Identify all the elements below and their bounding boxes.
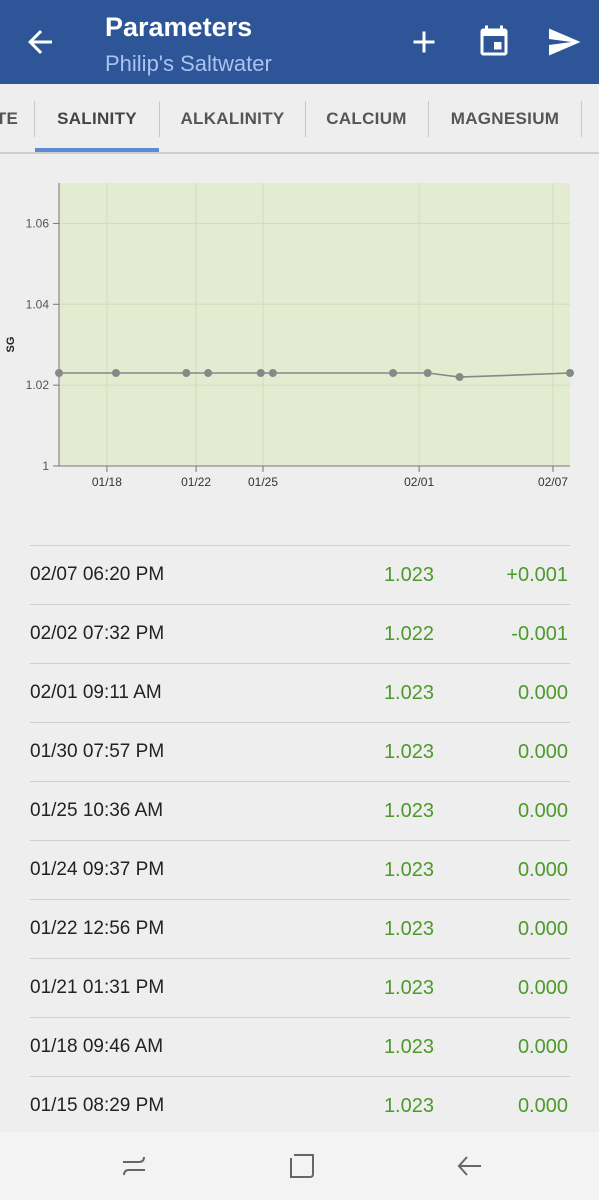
reading-date: 01/30 07:57 PM [30,741,165,762]
system-nav-bar [0,1132,599,1200]
reading-row[interactable]: 01/22 12:56 PM 1.023 0.000 [30,899,570,958]
reading-date: 01/22 12:56 PM [30,918,165,939]
reading-row[interactable]: 01/30 07:57 PM 1.023 0.000 [30,722,570,781]
reading-row[interactable]: 02/02 07:32 PM 1.022 -0.001 [30,604,570,663]
reading-date: 02/02 07:32 PM [30,623,165,644]
reading-row[interactable]: 02/01 09:11 AM 1.023 0.000 [30,663,570,722]
reading-date: 02/07 06:20 PM [30,564,165,585]
data-point [268,369,277,378]
reading-row[interactable]: 01/24 09:37 PM 1.023 0.000 [30,840,570,899]
y-axis-label: SG [5,337,17,353]
reading-delta: 0.000 [517,1095,568,1117]
y-tick-label: 1 [42,459,49,473]
data-point [566,369,574,378]
reading-delta: 0.000 [517,800,568,822]
reading-delta: 0.000 [517,682,568,704]
data-point [455,373,464,382]
x-tick-label: 01/25 [248,475,278,489]
tab-magnesium[interactable]: MAGNESIUM [429,84,581,152]
reading-delta: 0.000 [517,859,568,881]
plus-icon[interactable] [406,24,442,60]
recents-icon[interactable] [118,1150,150,1182]
reading-date: 01/25 10:36 AM [30,800,164,821]
active-tab-indicator [35,148,159,152]
data-point [111,369,120,378]
reading-value: 1.023 [383,977,434,999]
reading-value: 1.023 [383,1095,434,1117]
page-title: Parameters [105,12,253,42]
tab-calcium[interactable]: CALCIUM [306,84,427,152]
data-point [182,369,191,378]
reading-value: 1.023 [383,800,434,822]
reading-value: 1.023 [383,564,434,586]
data-point [423,369,432,378]
reading-row[interactable]: 01/18 09:46 AM 1.023 0.000 [30,1017,570,1076]
data-point [256,369,265,378]
reading-row[interactable]: 01/21 01:31 PM 1.023 0.000 [30,958,570,1017]
tab-salinity[interactable]: SALINITY [35,84,159,152]
reading-delta: 0.000 [517,741,568,763]
reading-delta: +0.001 [506,564,568,586]
data-point [204,369,213,378]
app-bar: Parameters Philip's Saltwater [0,0,599,84]
salinity-chart: 01/18 01/22 01/25 02/01 02/07 1 1.02 1.04 1.06 SG [5,183,574,489]
data-point [55,369,63,378]
y-tick-label: 1.02 [26,378,50,392]
x-tick-label: 02/07 [538,475,568,489]
reading-delta: 0.000 [517,1036,568,1058]
reading-date: 02/01 09:11 AM [30,682,162,703]
reading-value: 1.022 [383,623,434,645]
x-tick-label: 01/22 [181,475,211,489]
plot-area [59,183,570,466]
reading-date: 01/21 01:31 PM [30,977,165,998]
reading-value: 1.023 [383,741,434,763]
reading-row[interactable]: 01/25 10:36 AM 1.023 0.000 [30,781,570,840]
y-tick-label: 1.06 [26,216,50,230]
reading-date: 01/15 08:29 PM [30,1095,165,1116]
reading-delta: 0.000 [517,977,568,999]
reading-date: 01/24 09:37 PM [30,859,165,880]
reading-value: 1.023 [383,1036,434,1058]
y-tick-label: 1.04 [26,297,50,311]
reading-delta: 0.000 [517,918,568,940]
data-point [389,369,398,378]
reading-value: 1.023 [383,859,434,881]
reading-value: 1.023 [383,682,434,704]
readings-list: 02/07 06:20 PM 1.023 +0.001 02/02 07:32 PM 1… [30,545,570,1135]
page-subtitle: Philip's Saltwater [105,51,272,76]
home-icon[interactable] [286,1150,318,1182]
back-icon[interactable] [454,1150,486,1182]
reading-row[interactable]: 02/07 06:20 PM 1.023 +0.001 [30,545,570,604]
parameter-tabs: TE SALINITY ALKALINITY CALCIUM MAGNESIUM [0,84,599,154]
calendar-icon[interactable] [476,24,512,60]
reading-row[interactable]: 01/15 08:29 PM 1.023 0.000 [30,1076,570,1135]
x-tick-label: 01/18 [92,475,122,489]
reading-value: 1.023 [383,918,434,940]
tab-alkalinity[interactable]: ALKALINITY [160,84,305,152]
tab-partial[interactable]: TE [0,84,26,152]
x-tick-label: 02/01 [404,475,434,489]
arrow-left-icon[interactable] [22,24,58,60]
reading-delta: -0.001 [511,623,568,645]
reading-date: 01/18 09:46 AM [30,1036,164,1057]
send-icon[interactable] [546,24,582,60]
